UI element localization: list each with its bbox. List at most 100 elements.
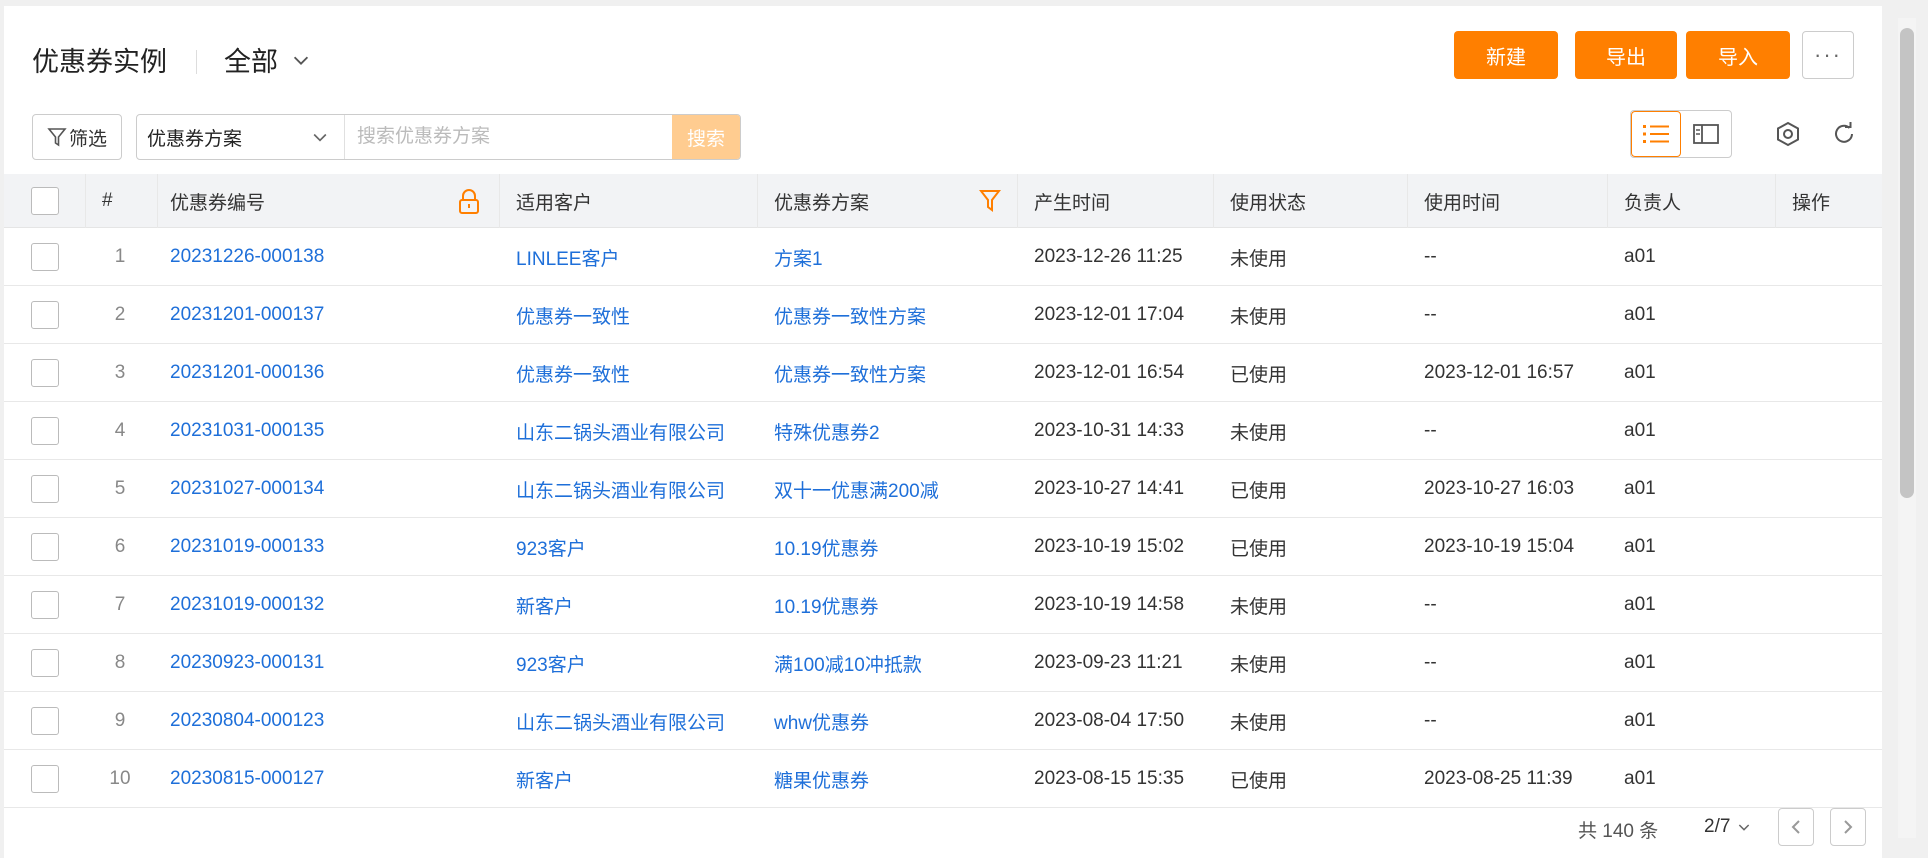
cell-actions xyxy=(1776,344,1882,402)
scrollbar-thumb[interactable] xyxy=(1900,28,1914,498)
cell-plan[interactable]: 10.19优惠券 xyxy=(758,576,1018,634)
page-selector[interactable]: 2/7 xyxy=(1704,816,1752,838)
settings-button[interactable] xyxy=(1774,120,1802,148)
search-scope-select[interactable]: 优惠券方案 xyxy=(137,115,345,159)
cell-code[interactable]: 20231027-000134 xyxy=(154,460,500,518)
cell-status: 未使用 xyxy=(1230,422,1288,444)
col-used-time[interactable]: 使用时间 xyxy=(1408,174,1608,228)
cell-customer[interactable]: 山东二锅头酒业有限公司 xyxy=(500,692,758,750)
table-row[interactable]: 7 20231019-000132 新客户 10.19优惠券 2023-10-19 14… xyxy=(4,576,1882,634)
cell-customer[interactable]: LINLEE客户 xyxy=(500,228,758,286)
row-checkbox[interactable] xyxy=(31,649,59,677)
cell-index: 6 xyxy=(114,536,126,557)
col-customer[interactable]: 适用客户 xyxy=(500,174,758,228)
cell-plan[interactable]: 方案1 xyxy=(758,228,1018,286)
col-plan-label: 优惠券方案 xyxy=(774,192,870,214)
row-checkbox[interactable] xyxy=(31,417,59,445)
table-row[interactable]: 4 20231031-000135 山东二锅头酒业有限公司 特殊优惠券2 2023-10… xyxy=(4,402,1882,460)
row-checkbox[interactable] xyxy=(31,359,59,387)
cell-owner: a01 xyxy=(1624,304,1656,325)
row-checkbox[interactable] xyxy=(31,765,59,793)
col-owner[interactable]: 负责人 xyxy=(1608,174,1776,228)
cell-plan[interactable]: whw优惠券 xyxy=(758,692,1018,750)
col-code-label: 优惠券编号 xyxy=(170,192,266,214)
row-checkbox[interactable] xyxy=(31,707,59,735)
cell-plan[interactable]: 10.19优惠券 xyxy=(758,518,1018,576)
cell-plan[interactable]: 优惠券一致性方案 xyxy=(758,344,1018,402)
row-select-cell xyxy=(4,286,86,344)
cell-code[interactable]: 20231019-000132 xyxy=(154,576,500,634)
cell-owner: a01 xyxy=(1624,362,1656,383)
select-all-checkbox[interactable] xyxy=(30,187,59,215)
cell-code[interactable]: 20231019-000133 xyxy=(154,518,500,576)
view-toggle xyxy=(1630,110,1732,158)
table-row[interactable]: 8 20230923-000131 923客户 满100减10冲抵款 2023-09-2… xyxy=(4,634,1882,692)
search-button[interactable]: 搜索 xyxy=(672,115,740,159)
table-row[interactable]: 6 20231019-000133 923客户 10.19优惠券 2023-10-19 … xyxy=(4,518,1882,576)
cell-created: 2023-10-27 14:41 xyxy=(1034,478,1185,499)
card-view-icon xyxy=(1693,124,1719,144)
cell-customer[interactable]: 山东二锅头酒业有限公司 xyxy=(500,402,758,460)
cell-created: 2023-10-19 15:02 xyxy=(1034,536,1185,557)
cell-customer[interactable]: 优惠券一致性 xyxy=(500,344,758,402)
row-checkbox[interactable] xyxy=(31,475,59,503)
view-selector[interactable]: 全部 xyxy=(224,40,312,79)
col-plan[interactable]: 优惠券方案 xyxy=(758,174,1018,228)
cell-status: 未使用 xyxy=(1230,596,1288,618)
col-created[interactable]: 产生时间 xyxy=(1018,174,1214,228)
filter-button[interactable]: 筛选 xyxy=(32,114,122,160)
row-checkbox[interactable] xyxy=(31,533,59,561)
pagination: 共 140 条 2/7 xyxy=(4,798,1882,858)
card-view-button[interactable] xyxy=(1681,111,1731,157)
row-checkbox[interactable] xyxy=(31,301,59,329)
row-checkbox[interactable] xyxy=(31,591,59,619)
cell-customer[interactable]: 923客户 xyxy=(500,634,758,692)
row-select-cell xyxy=(4,344,86,402)
refresh-button[interactable] xyxy=(1830,120,1858,148)
cell-code[interactable]: 20231031-000135 xyxy=(154,402,500,460)
cell-customer[interactable]: 新客户 xyxy=(500,576,758,634)
cell-plan[interactable]: 特殊优惠券2 xyxy=(758,402,1018,460)
cell-code[interactable]: 20230923-000131 xyxy=(154,634,500,692)
table-row[interactable]: 3 20231201-000136 优惠券一致性 优惠券一致性方案 2023-12-01… xyxy=(4,344,1882,402)
cell-used-time: -- xyxy=(1424,652,1437,673)
cell-created: 2023-09-23 11:21 xyxy=(1034,652,1183,673)
cell-customer[interactable]: 优惠券一致性 xyxy=(500,286,758,344)
cell-code[interactable]: 20231226-000138 xyxy=(154,228,500,286)
table-row[interactable]: 2 20231201-000137 优惠券一致性 优惠券一致性方案 2023-12-01… xyxy=(4,286,1882,344)
table-row[interactable]: 1 20231226-000138 LINLEE客户 方案1 2023-12-26 11… xyxy=(4,228,1882,286)
cell-plan[interactable]: 优惠券一致性方案 xyxy=(758,286,1018,344)
cell-customer[interactable]: 山东二锅头酒业有限公司 xyxy=(500,460,758,518)
list-view-button[interactable] xyxy=(1631,111,1681,157)
lock-icon xyxy=(459,189,479,214)
next-page-button[interactable] xyxy=(1830,808,1866,846)
cell-plan[interactable]: 双十一优惠满200减 xyxy=(758,460,1018,518)
new-button[interactable]: 新建 xyxy=(1454,31,1558,79)
next-page-icon xyxy=(1844,820,1853,834)
cell-code[interactable]: 20230804-000123 xyxy=(154,692,500,750)
search-input[interactable] xyxy=(345,115,672,159)
import-button[interactable]: 导入 xyxy=(1686,31,1790,79)
cell-used-time: 2023-10-27 16:03 xyxy=(1424,478,1575,499)
cell-customer[interactable]: 923客户 xyxy=(500,518,758,576)
cell-code[interactable]: 20231201-000136 xyxy=(154,344,500,402)
cell-used-time: 2023-12-01 16:57 xyxy=(1424,362,1575,383)
export-button[interactable]: 导出 xyxy=(1575,31,1677,79)
cell-code[interactable]: 20231201-000137 xyxy=(154,286,500,344)
cell-owner: a01 xyxy=(1624,478,1656,499)
row-checkbox[interactable] xyxy=(31,243,59,271)
prev-page-button[interactable] xyxy=(1778,808,1814,846)
table-row[interactable]: 9 20230804-000123 山东二锅头酒业有限公司 whw优惠券 2023-08… xyxy=(4,692,1882,750)
cell-owner: a01 xyxy=(1624,710,1656,731)
table-row[interactable]: 5 20231027-000134 山东二锅头酒业有限公司 双十一优惠满200减 202… xyxy=(4,460,1882,518)
cell-actions xyxy=(1776,518,1882,576)
column-filter-icon[interactable] xyxy=(979,188,1001,214)
cell-plan[interactable]: 满100减10冲抵款 xyxy=(758,634,1018,692)
cell-used-time: -- xyxy=(1424,710,1437,731)
col-code[interactable]: 优惠券编号 xyxy=(154,174,500,228)
page-indicator: 2/7 xyxy=(1704,816,1731,837)
vertical-scrollbar[interactable] xyxy=(1898,18,1916,838)
col-status[interactable]: 使用状态 xyxy=(1214,174,1408,228)
more-button[interactable]: ··· xyxy=(1802,31,1854,79)
cell-index: 8 xyxy=(114,652,126,673)
